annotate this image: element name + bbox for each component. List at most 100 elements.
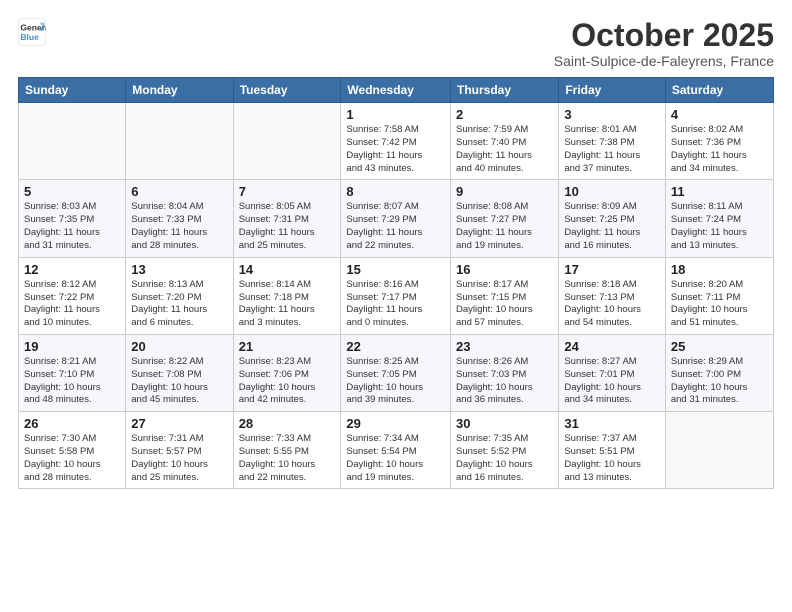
- day-number: 3: [564, 107, 660, 122]
- day-number: 28: [239, 416, 336, 431]
- calendar-cell: [665, 412, 773, 489]
- calendar-cell: 4 Sunrise: 8:02 AM Sunset: 7:36 PM Daylig…: [665, 103, 773, 180]
- calendar-week-row: 1 Sunrise: 7:58 AM Sunset: 7:42 PM Daylig…: [19, 103, 774, 180]
- day-info: Sunrise: 8:29 AM Sunset: 7:00 PM Dayligh…: [671, 356, 768, 407]
- day-info: Sunrise: 8:08 AM Sunset: 7:27 PM Dayligh…: [456, 201, 553, 252]
- calendar-cell: 13 Sunrise: 8:13 AM Sunset: 7:20 PM Dayli…: [126, 257, 233, 334]
- calendar-cell: 1 Sunrise: 7:58 AM Sunset: 7:42 PM Daylig…: [341, 103, 451, 180]
- calendar-cell: [19, 103, 126, 180]
- day-info: Sunrise: 8:26 AM Sunset: 7:03 PM Dayligh…: [456, 356, 553, 407]
- logo: General Blue: [18, 18, 46, 46]
- day-number: 26: [24, 416, 120, 431]
- day-info: Sunrise: 8:12 AM Sunset: 7:22 PM Dayligh…: [24, 279, 120, 330]
- calendar-cell: 16Sunrise: 8:17 AM Sunset: 7:15 PM Dayli…: [451, 257, 559, 334]
- day-info: Sunrise: 7:34 AM Sunset: 5:54 PM Dayligh…: [346, 433, 445, 484]
- calendar-cell: 18 Sunrise: 8:20 AM Sunset: 7:11 PM Dayli…: [665, 257, 773, 334]
- day-info: Sunrise: 8:04 AM Sunset: 7:33 PM Dayligh…: [131, 201, 227, 252]
- day-info: Sunrise: 8:05 AM Sunset: 7:31 PM Dayligh…: [239, 201, 336, 252]
- calendar-cell: 23 Sunrise: 8:26 AM Sunset: 7:03 PM Dayli…: [451, 334, 559, 411]
- day-info: Sunrise: 8:18 AM Sunset: 7:13 PM Dayligh…: [564, 279, 660, 330]
- day-number: 29: [346, 416, 445, 431]
- day-number: 20: [131, 339, 227, 354]
- calendar-cell: 30 Sunrise: 7:35 AM Sunset: 5:52 PM Dayli…: [451, 412, 559, 489]
- weekday-header: Wednesday: [341, 78, 451, 103]
- day-number: 12: [24, 262, 120, 277]
- day-number: 4: [671, 107, 768, 122]
- calendar-cell: [233, 103, 341, 180]
- day-number: 10: [564, 184, 660, 199]
- day-info: Sunrise: 8:03 AM Sunset: 7:35 PM Dayligh…: [24, 201, 120, 252]
- calendar-cell: 17Sunrise: 8:18 AM Sunset: 7:13 PM Dayli…: [559, 257, 666, 334]
- calendar-cell: 25Sunrise: 8:29 AM Sunset: 7:00 PM Dayli…: [665, 334, 773, 411]
- calendar-cell: 8 Sunrise: 8:07 AM Sunset: 7:29 PM Daylig…: [341, 180, 451, 257]
- day-number: 5: [24, 184, 120, 199]
- day-number: 31: [564, 416, 660, 431]
- calendar-cell: 6 Sunrise: 8:04 AM Sunset: 7:33 PM Daylig…: [126, 180, 233, 257]
- calendar-cell: [126, 103, 233, 180]
- day-info: Sunrise: 8:22 AM Sunset: 7:08 PM Dayligh…: [131, 356, 227, 407]
- calendar-cell: 31 Sunrise: 7:37 AM Sunset: 5:51 PM Dayli…: [559, 412, 666, 489]
- calendar-cell: 12 Sunrise: 8:12 AM Sunset: 7:22 PM Dayli…: [19, 257, 126, 334]
- day-info: Sunrise: 7:31 AM Sunset: 5:57 PM Dayligh…: [131, 433, 227, 484]
- page: General Blue October 2025 Saint-Sulpice-…: [0, 0, 792, 612]
- day-info: Sunrise: 8:02 AM Sunset: 7:36 PM Dayligh…: [671, 124, 768, 175]
- day-number: 8: [346, 184, 445, 199]
- calendar-cell: 14 Sunrise: 8:14 AM Sunset: 7:18 PM Dayli…: [233, 257, 341, 334]
- weekday-header: Saturday: [665, 78, 773, 103]
- subtitle: Saint-Sulpice-de-Faleyrens, France: [554, 53, 774, 69]
- day-number: 11: [671, 184, 768, 199]
- day-number: 24: [564, 339, 660, 354]
- day-number: 7: [239, 184, 336, 199]
- day-info: Sunrise: 8:21 AM Sunset: 7:10 PM Dayligh…: [24, 356, 120, 407]
- calendar-cell: 20 Sunrise: 8:22 AM Sunset: 7:08 PM Dayli…: [126, 334, 233, 411]
- day-number: 15: [346, 262, 445, 277]
- day-number: 13: [131, 262, 227, 277]
- day-info: Sunrise: 8:13 AM Sunset: 7:20 PM Dayligh…: [131, 279, 227, 330]
- day-info: Sunrise: 8:23 AM Sunset: 7:06 PM Dayligh…: [239, 356, 336, 407]
- calendar: SundayMondayTuesdayWednesdayThursdayFrid…: [18, 77, 774, 489]
- day-number: 2: [456, 107, 553, 122]
- calendar-week-row: 12 Sunrise: 8:12 AM Sunset: 7:22 PM Dayli…: [19, 257, 774, 334]
- day-info: Sunrise: 8:14 AM Sunset: 7:18 PM Dayligh…: [239, 279, 336, 330]
- day-number: 1: [346, 107, 445, 122]
- calendar-cell: 19 Sunrise: 8:21 AM Sunset: 7:10 PM Dayli…: [19, 334, 126, 411]
- calendar-cell: 21 Sunrise: 8:23 AM Sunset: 7:06 PM Dayli…: [233, 334, 341, 411]
- day-info: Sunrise: 7:37 AM Sunset: 5:51 PM Dayligh…: [564, 433, 660, 484]
- calendar-cell: 3 Sunrise: 8:01 AM Sunset: 7:38 PM Daylig…: [559, 103, 666, 180]
- calendar-cell: 2 Sunrise: 7:59 AM Sunset: 7:40 PM Daylig…: [451, 103, 559, 180]
- day-number: 18: [671, 262, 768, 277]
- calendar-cell: 27Sunrise: 7:31 AM Sunset: 5:57 PM Dayli…: [126, 412, 233, 489]
- weekday-header: Sunday: [19, 78, 126, 103]
- calendar-cell: 24 Sunrise: 8:27 AM Sunset: 7:01 PM Dayli…: [559, 334, 666, 411]
- day-number: 30: [456, 416, 553, 431]
- day-number: 21: [239, 339, 336, 354]
- day-number: 14: [239, 262, 336, 277]
- day-info: Sunrise: 8:27 AM Sunset: 7:01 PM Dayligh…: [564, 356, 660, 407]
- calendar-week-row: 19 Sunrise: 8:21 AM Sunset: 7:10 PM Dayli…: [19, 334, 774, 411]
- weekday-header: Friday: [559, 78, 666, 103]
- calendar-cell: 5 Sunrise: 8:03 AM Sunset: 7:35 PM Daylig…: [19, 180, 126, 257]
- day-info: Sunrise: 7:35 AM Sunset: 5:52 PM Dayligh…: [456, 433, 553, 484]
- weekday-header-row: SundayMondayTuesdayWednesdayThursdayFrid…: [19, 78, 774, 103]
- day-info: Sunrise: 7:58 AM Sunset: 7:42 PM Dayligh…: [346, 124, 445, 175]
- calendar-cell: 29 Sunrise: 7:34 AM Sunset: 5:54 PM Dayli…: [341, 412, 451, 489]
- calendar-cell: 9 Sunrise: 8:08 AM Sunset: 7:27 PM Daylig…: [451, 180, 559, 257]
- day-number: 19: [24, 339, 120, 354]
- weekday-header: Thursday: [451, 78, 559, 103]
- day-info: Sunrise: 7:59 AM Sunset: 7:40 PM Dayligh…: [456, 124, 553, 175]
- logo-icon: General Blue: [18, 18, 46, 46]
- day-info: Sunrise: 8:20 AM Sunset: 7:11 PM Dayligh…: [671, 279, 768, 330]
- calendar-cell: 26Sunrise: 7:30 AM Sunset: 5:58 PM Dayli…: [19, 412, 126, 489]
- day-number: 22: [346, 339, 445, 354]
- header: General Blue October 2025 Saint-Sulpice-…: [18, 18, 774, 69]
- day-info: Sunrise: 8:07 AM Sunset: 7:29 PM Dayligh…: [346, 201, 445, 252]
- day-number: 23: [456, 339, 553, 354]
- day-number: 9: [456, 184, 553, 199]
- weekday-header: Tuesday: [233, 78, 341, 103]
- day-number: 6: [131, 184, 227, 199]
- calendar-cell: 10Sunrise: 8:09 AM Sunset: 7:25 PM Dayli…: [559, 180, 666, 257]
- day-info: Sunrise: 8:01 AM Sunset: 7:38 PM Dayligh…: [564, 124, 660, 175]
- svg-text:Blue: Blue: [20, 32, 39, 42]
- day-info: Sunrise: 8:17 AM Sunset: 7:15 PM Dayligh…: [456, 279, 553, 330]
- calendar-cell: 15Sunrise: 8:16 AM Sunset: 7:17 PM Dayli…: [341, 257, 451, 334]
